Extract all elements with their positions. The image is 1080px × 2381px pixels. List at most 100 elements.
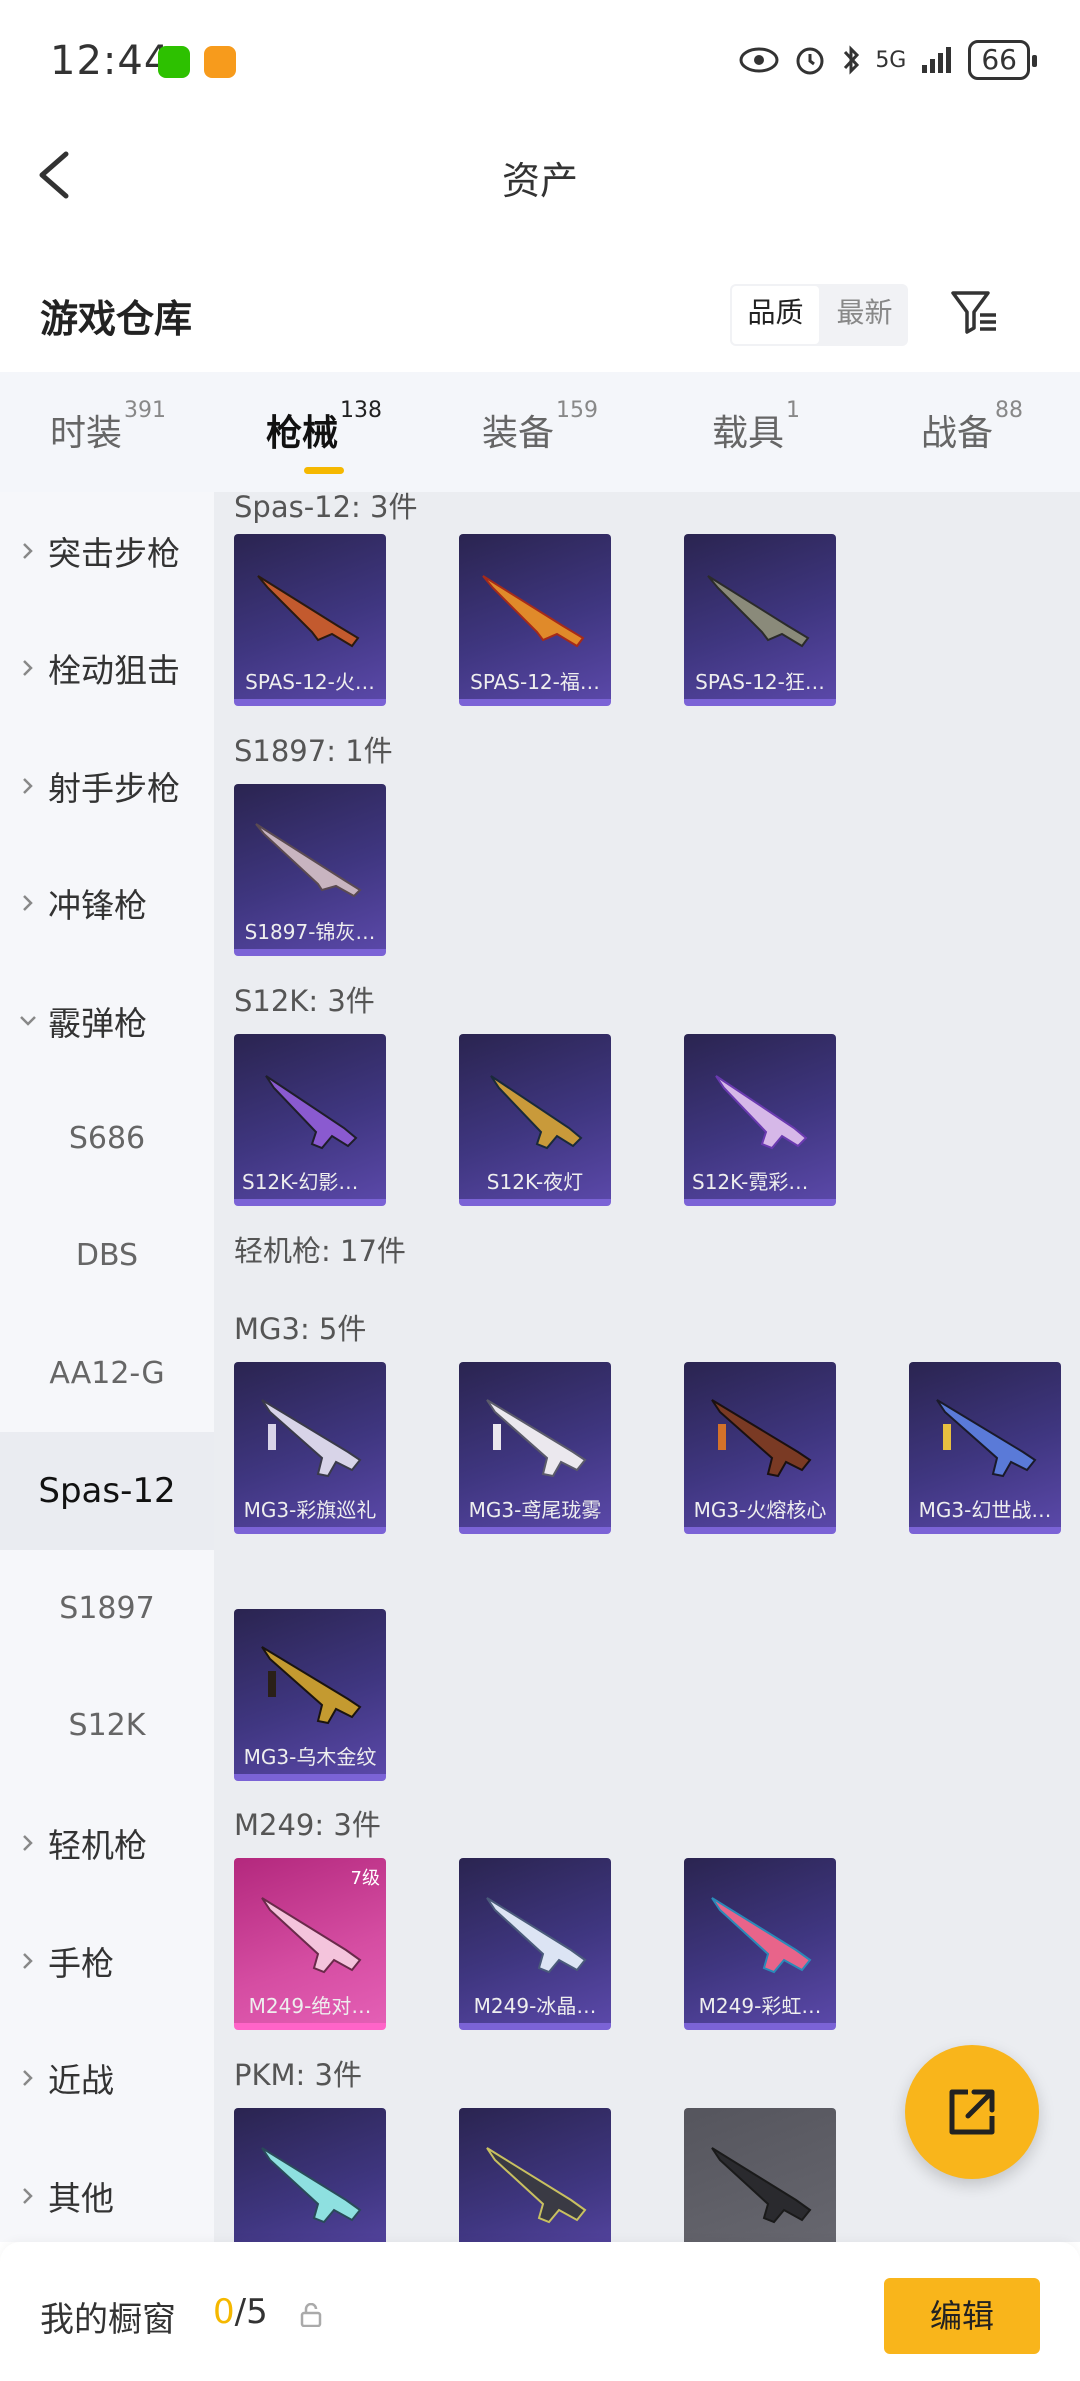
shotgun-skin-icon <box>255 823 362 898</box>
showcase-current: 0 <box>213 2292 235 2332</box>
share-external-icon <box>949 2089 995 2135</box>
card-label: S1897-锦灰… <box>244 920 376 944</box>
group-label: M249: 3件 <box>234 1808 381 1842</box>
weapon-card[interactable] <box>684 2108 836 2242</box>
sidebar-subitem-s12k[interactable]: S12K <box>0 1667 214 1785</box>
filter-icon[interactable] <box>950 288 1000 338</box>
lmg-skin-icon <box>711 1399 812 1478</box>
lmg-skin-icon <box>486 2147 587 2224</box>
tab-label: 战备 <box>920 413 993 454</box>
lmg-skin-icon <box>486 1399 587 1478</box>
level-badge: 7级 <box>350 1868 380 1889</box>
card-label: M249-绝对… <box>248 1994 372 2018</box>
tab-vehicles[interactable]: 载具1 <box>648 372 864 492</box>
weapon-card[interactable]: MG3-彩旗巡礼 <box>234 1362 386 1534</box>
sidebar-item-label: 近战 <box>48 2061 114 2101</box>
sidebar-item-label: 栓动狙击 <box>48 651 180 691</box>
category-tabs: 时装391 枪械138 装备159 载具1 战备88 <box>0 372 1080 492</box>
sidebar-subitem-s686[interactable]: S686 <box>0 1080 214 1198</box>
network-type: 5G <box>875 47 907 73</box>
group-label: S1897: 1件 <box>234 734 393 768</box>
chevron-right-icon <box>23 1835 33 1852</box>
sidebar-item-dmr[interactable]: 射手步枪 <box>0 727 214 845</box>
card-label: M249-冰晶… <box>473 1994 597 2018</box>
lock-icon <box>300 2303 322 2327</box>
weapon-card[interactable]: MG3-鸢尾珑雾 <box>459 1362 611 1534</box>
rifle-skin-icon <box>265 1075 358 1150</box>
weapon-card[interactable]: S12K-夜灯 <box>459 1034 611 1206</box>
weapon-card[interactable]: MG3-火熔核心 <box>684 1362 836 1534</box>
sidebar-item-lmg[interactable]: 轻机枪 <box>0 1785 214 1903</box>
lmg-skin-icon <box>486 1897 587 1974</box>
sidebar-item-pistol[interactable]: 手枪 <box>0 1902 214 2020</box>
shotgun-skin-icon <box>257 575 360 648</box>
signal-icon <box>922 47 952 73</box>
weapon-card-legendary[interactable]: 7级 M249-绝对… <box>234 1858 386 2030</box>
edit-button[interactable]: 编辑 <box>884 2278 1040 2354</box>
card-label: S12K-霓彩脉冲 <box>692 1170 829 1194</box>
weapon-card[interactable]: SPAS-12-福… <box>459 534 611 706</box>
shotgun-skin-icon <box>482 575 585 648</box>
lmg-skin-icon <box>936 1399 1037 1478</box>
card-label: SPAS-12-狂… <box>695 670 825 694</box>
game-app-icon <box>204 46 236 78</box>
chevron-right-icon <box>23 2187 33 2204</box>
lmg-skin-icon <box>711 2147 812 2224</box>
tab-count: 138 <box>340 398 382 423</box>
sidebar-item-label: 射手步枪 <box>48 768 180 808</box>
tab-supplies[interactable]: 战备88 <box>864 372 1080 492</box>
active-tab-indicator <box>304 467 344 474</box>
warehouse-title: 游戏仓库 <box>40 297 193 341</box>
sidebar-item-label: 霰弹枪 <box>48 1003 147 1043</box>
status-icons: 5G 66 <box>739 40 1037 80</box>
group-label: MG3: 5件 <box>234 1312 367 1346</box>
tab-equipment[interactable]: 装备159 <box>432 372 648 492</box>
share-fab-button[interactable] <box>905 2045 1039 2179</box>
weapon-card[interactable]: S12K-霓彩脉冲 <box>684 1034 836 1206</box>
lmg-skin-icon <box>261 1646 362 1725</box>
sidebar-subitem-dbs[interactable]: DBS <box>0 1197 214 1315</box>
tab-count: 1 <box>786 398 800 423</box>
weapon-card[interactable]: MG3-幻世战… <box>909 1362 1061 1534</box>
sidebar-item-shotgun[interactable]: 霰弹枪 <box>0 962 214 1080</box>
warehouse-header: 游戏仓库 品质 最新 <box>0 270 1080 365</box>
weapon-card[interactable] <box>459 2108 611 2242</box>
chevron-right-icon <box>23 2070 33 2087</box>
weapon-card[interactable]: SPAS-12-狂… <box>684 534 836 706</box>
sidebar-subitem-aa12g[interactable]: AA12-G <box>0 1315 214 1433</box>
weapon-card[interactable]: M249-彩虹… <box>684 1858 836 2030</box>
sidebar-item-other[interactable]: 其他 <box>0 2137 214 2255</box>
sort-latest-button[interactable]: 最新 <box>821 284 908 346</box>
sidebar-subitem-spas12[interactable]: Spas-12 <box>0 1432 214 1550</box>
weapon-card[interactable]: S12K-幻影战神 <box>234 1034 386 1206</box>
weapon-card[interactable]: MG3-乌木金纹 <box>234 1609 386 1781</box>
tab-count: 159 <box>556 398 598 423</box>
tab-firearms[interactable]: 枪械138 <box>216 372 432 492</box>
sidebar-item-melee[interactable]: 近战 <box>0 2020 214 2138</box>
lmg-skin-icon <box>711 1897 812 1974</box>
weapon-card[interactable]: S1897-锦灰… <box>234 784 386 956</box>
card-label: M249-彩虹… <box>698 1994 822 2018</box>
weapon-card[interactable]: SPAS-12-火… <box>234 534 386 706</box>
sidebar-subitem-s1897[interactable]: S1897 <box>0 1550 214 1668</box>
card-label: MG3-乌木金纹 <box>243 1745 377 1769</box>
page-header: 资产 <box>0 120 1080 230</box>
showcase-title: 我的橱窗 <box>40 2300 176 2340</box>
card-label: SPAS-12-福… <box>470 670 600 694</box>
sidebar-item-bolt-sniper[interactable]: 栓动狙击 <box>0 610 214 728</box>
sidebar-item-smg[interactable]: 冲锋枪 <box>0 845 214 963</box>
lmg-skin-icon <box>261 1897 362 1974</box>
eye-icon <box>739 47 779 73</box>
card-label: SPAS-12-火… <box>245 670 375 694</box>
showcase-bar: 我的橱窗 0/5 编辑 <box>0 2242 1080 2381</box>
chevron-down-icon <box>20 1015 36 1026</box>
sort-quality-button[interactable]: 品质 <box>732 286 819 344</box>
group-label: 轻机枪: 17件 <box>234 1234 406 1268</box>
sidebar-item-assault-rifle[interactable]: 突击步枪 <box>0 492 214 610</box>
group-label: S12K: 3件 <box>234 984 375 1018</box>
card-label: MG3-火熔核心 <box>693 1498 827 1522</box>
card-label: S12K-夜灯 <box>486 1170 584 1194</box>
weapon-card[interactable]: M249-冰晶… <box>459 1858 611 2030</box>
tab-fashion[interactable]: 时装391 <box>0 372 216 492</box>
weapon-card[interactable] <box>234 2108 386 2242</box>
